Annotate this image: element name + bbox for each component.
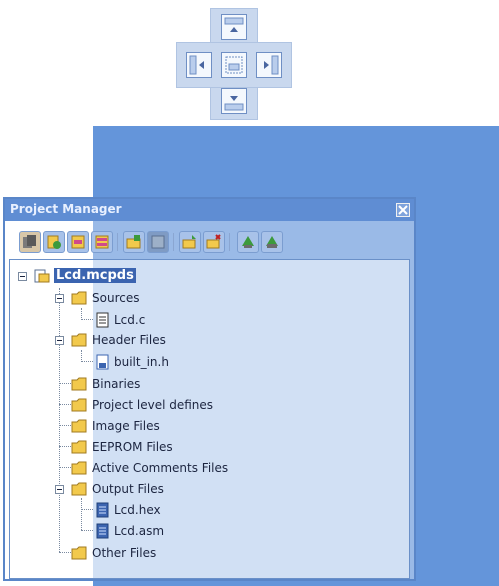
project-tree: Lcd.mcpds Sources Lcd.c Header Files bui… [9,259,410,579]
tree-item-source-file[interactable]: Lcd.c [10,310,400,330]
panel-title: Project Manager [10,202,122,216]
tree-item-label: Lcd.asm [114,524,165,538]
tree-item-label: Active Comments Files [92,461,229,475]
project-settings-icon[interactable] [91,231,113,253]
tree-item-label: Lcd.mcpds [54,268,136,283]
tree-item-label: Lcd.hex [114,503,161,517]
dock-center-button[interactable] [221,52,247,78]
remove-file-icon[interactable] [67,231,89,253]
panel-titlebar[interactable]: Project Manager [5,199,414,221]
folder-icon [71,332,89,351]
tree-item-label: Header Files [92,333,166,347]
tree-item-label: Binaries [92,377,141,391]
folder-icon [71,545,89,564]
tree-item-header-files[interactable]: Header Files [10,330,400,350]
header-file-icon [96,354,110,373]
add-to-project-icon[interactable] [179,231,201,253]
tree-item-header-file[interactable]: built_in.h [10,352,400,372]
tree-item-root[interactable]: Lcd.mcpds [10,266,400,286]
c-file-icon [96,312,110,331]
close-icon[interactable] [396,203,410,217]
folder-icon [71,439,89,458]
tree-item-project-defines[interactable]: Project level defines [10,395,400,415]
tree-item-binaries[interactable]: Binaries [10,374,400,394]
toolbar-separator [229,233,230,251]
tree-item-sources[interactable]: Sources [10,288,400,308]
dock-guide [0,0,499,130]
asm-file-icon [96,523,110,542]
collapse-icon[interactable] [18,272,27,281]
collapse-icon[interactable] [55,294,64,303]
folder-icon [71,397,89,416]
folder-icon [71,418,89,437]
tree-item-label: Output Files [92,482,164,496]
tree-item-label: Project level defines [92,398,214,412]
dock-left-button[interactable] [186,52,212,78]
hex-file-icon [96,502,110,521]
tree-item-other-files[interactable]: Other Files [10,543,400,563]
build-all-icon[interactable] [261,231,283,253]
tree-item-eeprom-files[interactable]: EEPROM Files [10,437,400,457]
tree-item-label: built_in.h [114,355,169,369]
collapse-icon[interactable] [55,336,64,345]
tree-item-label: EEPROM Files [92,440,173,454]
build-icon[interactable] [237,231,259,253]
tree-item-label: Other Files [92,546,157,560]
tree-item-active-comments[interactable]: Active Comments Files [10,458,400,478]
dock-right-button[interactable] [256,52,282,78]
remove-from-project-icon[interactable] [203,231,225,253]
panel-toolbar [9,225,389,259]
toolbar-separator [173,233,174,251]
collapse-icon[interactable] [55,485,64,494]
folder-icon [71,460,89,479]
folder-icon [71,376,89,395]
open-project-icon[interactable] [19,231,41,253]
save-icon[interactable] [147,231,169,253]
tree-item-label: Lcd.c [114,313,146,327]
toolbar-separator [117,233,118,251]
dock-top-button[interactable] [221,14,247,40]
tree-item-image-files[interactable]: Image Files [10,416,400,436]
folder-icon [71,290,89,309]
tree-item-label: Sources [92,291,140,305]
dock-bottom-button[interactable] [221,88,247,114]
tree-item-output-files[interactable]: Output Files [10,479,400,499]
project-icon [34,268,50,287]
add-file-icon[interactable] [43,231,65,253]
tree-item-output-hex[interactable]: Lcd.hex [10,500,400,520]
project-manager-panel: Project Manager Lcd.mcpds Sources Lcd.c … [3,197,416,581]
folder-icon [71,481,89,500]
new-folder-icon[interactable] [123,231,145,253]
tree-item-output-asm[interactable]: Lcd.asm [10,521,400,541]
tree-item-label: Image Files [92,419,160,433]
